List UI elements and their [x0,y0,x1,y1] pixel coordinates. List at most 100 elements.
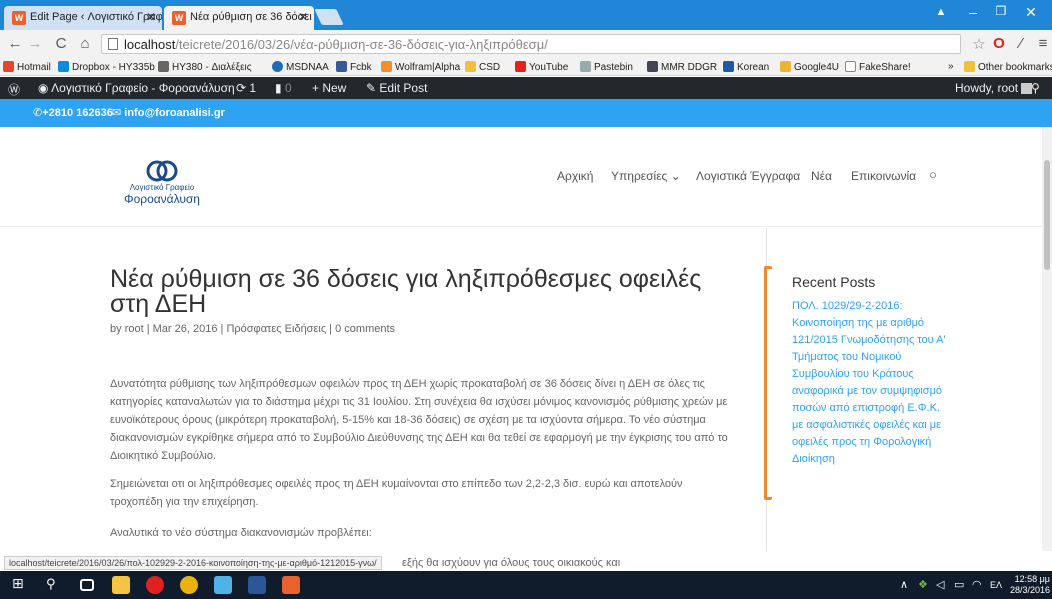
dashboard-icon: ◉ [38,81,52,95]
opera-icon[interactable] [146,576,164,594]
logo-mark-icon [145,160,179,182]
tab-edit-page[interactable]: W Edit Page ‹ Λογιστικό Γραφ ✕ [4,6,162,30]
maximize-button[interactable]: ❐ [988,4,1014,18]
bookmark-korean[interactable]: Korean [723,61,769,73]
forward-icon[interactable]: → [26,35,44,52]
admin-updates[interactable]: ⟳ 1 [236,81,256,95]
folder-icon [964,61,975,72]
opera-icon[interactable]: O [990,35,1008,52]
minimize-button[interactable]: – [960,4,986,20]
phone-link[interactable]: ✆+2810 162636 [33,106,113,119]
tray-dropbox-icon[interactable]: ❖ [918,578,928,591]
youtube-icon [515,61,526,72]
comments-link[interactable]: 0 comments [335,323,395,335]
bookmark-fakeshare[interactable]: FakeShare! [845,61,911,73]
comment-icon: ▮ [275,81,285,95]
status-url-bubble: localhost/teicrete/2016/03/26/πολ-102929… [4,556,382,570]
battery-icon[interactable]: ▭ [954,578,964,591]
reload-icon[interactable]: C [52,35,70,52]
volume-icon[interactable]: ◁ [936,578,944,591]
author-link[interactable]: root [125,323,144,335]
logo-line-2: Φοροανάλυση [124,192,200,206]
tab-current-post[interactable]: W Νέα ρύθμιση σε 36 δόσει ✕ [164,6,314,30]
post-paragraph: Αναλυτικά το νέο σύστημα διακανονισμών π… [110,527,372,539]
email-link[interactable]: ✉ info@foroanalisi.gr [112,106,225,119]
wordpress-icon[interactable]: Ⓦ [8,81,20,98]
page-icon [845,61,856,72]
bookmark-hotmail[interactable]: Hotmail [3,61,51,73]
bookmark-msdnaa[interactable]: MSDNAA [272,61,329,73]
xampp-icon[interactable] [282,576,300,594]
menu-services[interactable]: Υπηρεσίες ⌄ [611,169,681,183]
menu-contact[interactable]: Επικοινωνία [851,169,916,183]
recent-post-link[interactable]: ΠΟΛ. 1029/29-2-2016: Κοινοποίηση της με … [792,298,952,468]
bookmark-hy380[interactable]: HY380 - Διαλέξεις [158,61,252,73]
app-icon[interactable] [214,576,232,594]
pencil-icon: ✎ [366,81,380,95]
windows-start-icon[interactable]: ⊞ [12,575,30,593]
menu-news[interactable]: Νέα [811,169,832,183]
word-icon[interactable] [248,576,266,594]
tray-chevron-icon[interactable]: ∧ [900,578,908,591]
admin-new[interactable]: + New [312,81,346,95]
admin-site-name[interactable]: ◉ Λογιστικό Γραφείο - Φοροανάλυση [38,81,235,95]
post-paragraph: Δυνατότητα ρύθμισης των ληξιπρόθεσμων οφ… [110,378,728,462]
bookmark-csd[interactable]: CSD [465,61,500,73]
page-icon [108,38,118,50]
home-icon[interactable]: ⌂ [76,35,94,52]
profile-icon[interactable]: ▲ [928,6,954,18]
chrome-icon[interactable] [180,576,198,594]
file-explorer-icon[interactable] [112,576,130,594]
extension-icon[interactable]: ⁄ [1012,35,1030,52]
back-icon[interactable]: ← [6,35,24,52]
menu-documents[interactable]: Λογιστικά Έγγραφα [696,169,800,183]
site-favicon-icon: W [172,11,186,25]
annotation-bracket [764,266,772,500]
site-logo[interactable]: Λογιστικό Γραφείο Φοροανάλυση [117,160,207,206]
language-indicator[interactable]: ΕΛ [990,580,1002,590]
clock[interactable]: 12:58 μμ 28/3/2016 [1010,574,1050,596]
recent-posts-title: Recent Posts [792,274,876,290]
task-view-icon[interactable] [80,579,94,591]
address-bar[interactable]: localhost/teicrete/2016/03/26/νέα-ρύθμισ… [101,34,961,54]
bookmark-dropbox[interactable]: Dropbox - HY335b [58,61,155,73]
wifi-icon[interactable]: ◠ [972,578,982,591]
new-tab-button[interactable] [314,9,344,25]
close-tab-icon[interactable]: ✕ [298,10,308,24]
bookmark-star-icon[interactable]: ☆ [970,35,988,53]
bookmarks-overflow[interactable]: » [948,61,954,72]
bookmark-mmr[interactable]: MMR DDGR [647,61,717,73]
search-icon[interactable]: ○ [929,167,937,182]
post-title: Νέα ρύθμιση σε 36 δόσεις για ληξιπρόθεσμ… [110,265,702,318]
post-paragraph: Σημειώνεται οτι οι ληξιπρόθεσμες οφειλές… [110,478,683,508]
admin-howdy[interactable]: Howdy, root [955,81,1033,95]
post-date: Mar 26, 2016 [152,323,218,335]
bookmark-wolfram[interactable]: Wolfram|Alpha [381,61,460,73]
chevron-down-icon: ⌄ [670,169,681,183]
search-icon[interactable]: ⚲ [46,576,64,594]
msdnaa-icon [272,61,283,72]
admin-edit-post[interactable]: ✎ Edit Post [366,81,427,95]
url-host: localhost [124,37,176,52]
browser-toolbar: ← → C ⌂ localhost/teicrete/2016/03/26/νέ… [0,30,1052,58]
bookmark-google4u[interactable]: Google4U [780,61,839,73]
admin-comments[interactable]: ▮ 0 [275,81,292,95]
scrollbar-thumb[interactable] [1044,160,1050,270]
folder-icon [465,61,476,72]
dropbox-icon [58,61,69,72]
menu-icon[interactable]: ≡ [1034,35,1052,52]
close-window-button[interactable]: ✕ [1018,4,1044,21]
category-link[interactable]: Πρόσφατες Ειδήσεις [226,323,326,335]
bookmark-youtube[interactable]: YouTube [515,61,568,73]
other-bookmarks[interactable]: Other bookmarks [964,61,1052,73]
search-icon[interactable]: ⚲ [1031,81,1040,95]
link-icon [158,61,169,72]
close-tab-icon[interactable]: ✕ [146,10,156,24]
bookmark-facebook[interactable]: Fcbk [336,61,372,73]
site-favicon-icon: W [12,11,26,25]
bookmark-pastebin[interactable]: Pastebin [580,61,633,73]
wolfram-icon [381,61,392,72]
phone-icon: ✆ [33,107,43,119]
tab-title: Edit Page ‹ Λογιστικό Γραφ [30,11,162,23]
menu-home[interactable]: Αρχική [557,169,593,183]
